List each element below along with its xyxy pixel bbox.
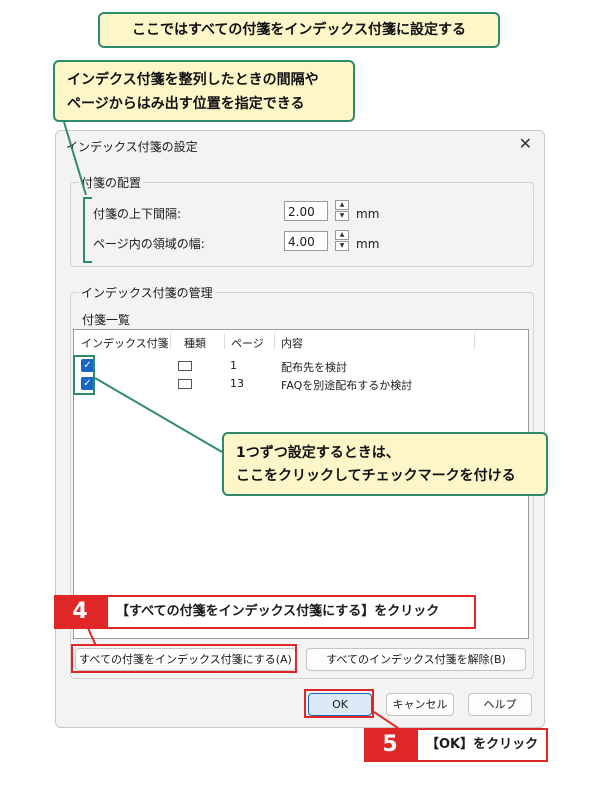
note-spacing-unit: mm [356, 207, 380, 221]
row-content: FAQを別途配布するか検討 [281, 379, 413, 392]
column-divider [224, 333, 225, 349]
note-list-caption: 付箋一覧 [82, 313, 131, 327]
step-5-text: 【OK】をクリック [416, 728, 548, 762]
set-all-button-highlight [71, 644, 297, 673]
callout-check-line2: ここをクリックしてチェックマークを付ける [236, 468, 516, 484]
column-header-type[interactable]: 種類 [184, 335, 206, 351]
sticky-note-icon [178, 379, 192, 389]
step-5-instruction: 5 【OK】をクリック [364, 728, 548, 762]
note-spacing-input[interactable]: 2.00 [284, 201, 328, 221]
note-layout-group: 付箋の配置 [70, 174, 534, 267]
column-divider [170, 333, 171, 349]
row-page: 1 [230, 359, 237, 372]
spin-down-icon[interactable]: ▼ [335, 241, 349, 251]
column-divider [474, 333, 475, 349]
close-icon[interactable]: ✕ [519, 134, 532, 153]
row-content: 配布先を検討 [281, 361, 347, 374]
ok-button-highlight [304, 689, 374, 718]
callout-interval-line1: インデクス付箋を整列したときの間隔や [67, 72, 319, 88]
note-spacing-stepper[interactable]: ▲ ▼ [335, 200, 349, 221]
index-notes-settings-dialog: インデックス付箋の設定 ✕ 付箋の配置 付箋の上下間隔: 2.00 ▲ ▼ mm… [55, 130, 545, 728]
checkbox-highlight [73, 355, 95, 395]
spin-up-icon[interactable]: ▲ [335, 200, 349, 210]
step-4-text: 【すべての付箋をインデックス付箋にする】をクリック [106, 595, 476, 629]
manage-group-label: インデックス付箋の管理 [79, 284, 215, 301]
area-width-input[interactable]: 4.00 [284, 231, 328, 251]
column-divider [274, 333, 275, 349]
note-spacing-label: 付箋の上下間隔: [93, 207, 182, 221]
area-width-label: ページ内の領域の幅: [93, 237, 205, 251]
dialog-title: インデックス付箋の設定 [66, 140, 198, 154]
callout-checkbox-info: 1つずつ設定するときは、 ここをクリックしてチェックマークを付ける [222, 432, 548, 496]
callout-check-line1: 1つずつ設定するときは、 [236, 445, 400, 461]
column-header-index-note[interactable]: インデックス付箋 [81, 335, 169, 351]
step-4-instruction: 4 【すべての付箋をインデックス付箋にする】をクリック [54, 595, 476, 629]
clear-all-index-notes-button[interactable]: すべてのインデックス付箋を解除(B) [306, 648, 526, 671]
note-layout-group-label: 付箋の配置 [79, 174, 144, 191]
column-header-page[interactable]: ページ [231, 335, 264, 351]
spin-down-icon[interactable]: ▼ [335, 211, 349, 221]
column-header-content[interactable]: 内容 [281, 335, 303, 351]
sticky-note-icon [178, 361, 192, 371]
spin-up-icon[interactable]: ▲ [335, 230, 349, 240]
callout-set-all-notes: ここではすべての付箋をインデックス付箋に設定する [98, 12, 500, 48]
help-button[interactable]: ヘルプ [468, 693, 532, 716]
area-width-stepper[interactable]: ▲ ▼ [335, 230, 349, 251]
cancel-button[interactable]: キャンセル [386, 693, 454, 716]
row-page: 13 [230, 377, 244, 390]
callout-interval-line2: ページからはみ出す位置を指定できる [67, 96, 305, 112]
step-4-number: 4 [54, 595, 106, 629]
area-width-unit: mm [356, 237, 380, 251]
callout-interval-info: インデクス付箋を整列したときの間隔や ページからはみ出す位置を指定できる [53, 60, 355, 122]
step-5-number: 5 [364, 728, 416, 762]
